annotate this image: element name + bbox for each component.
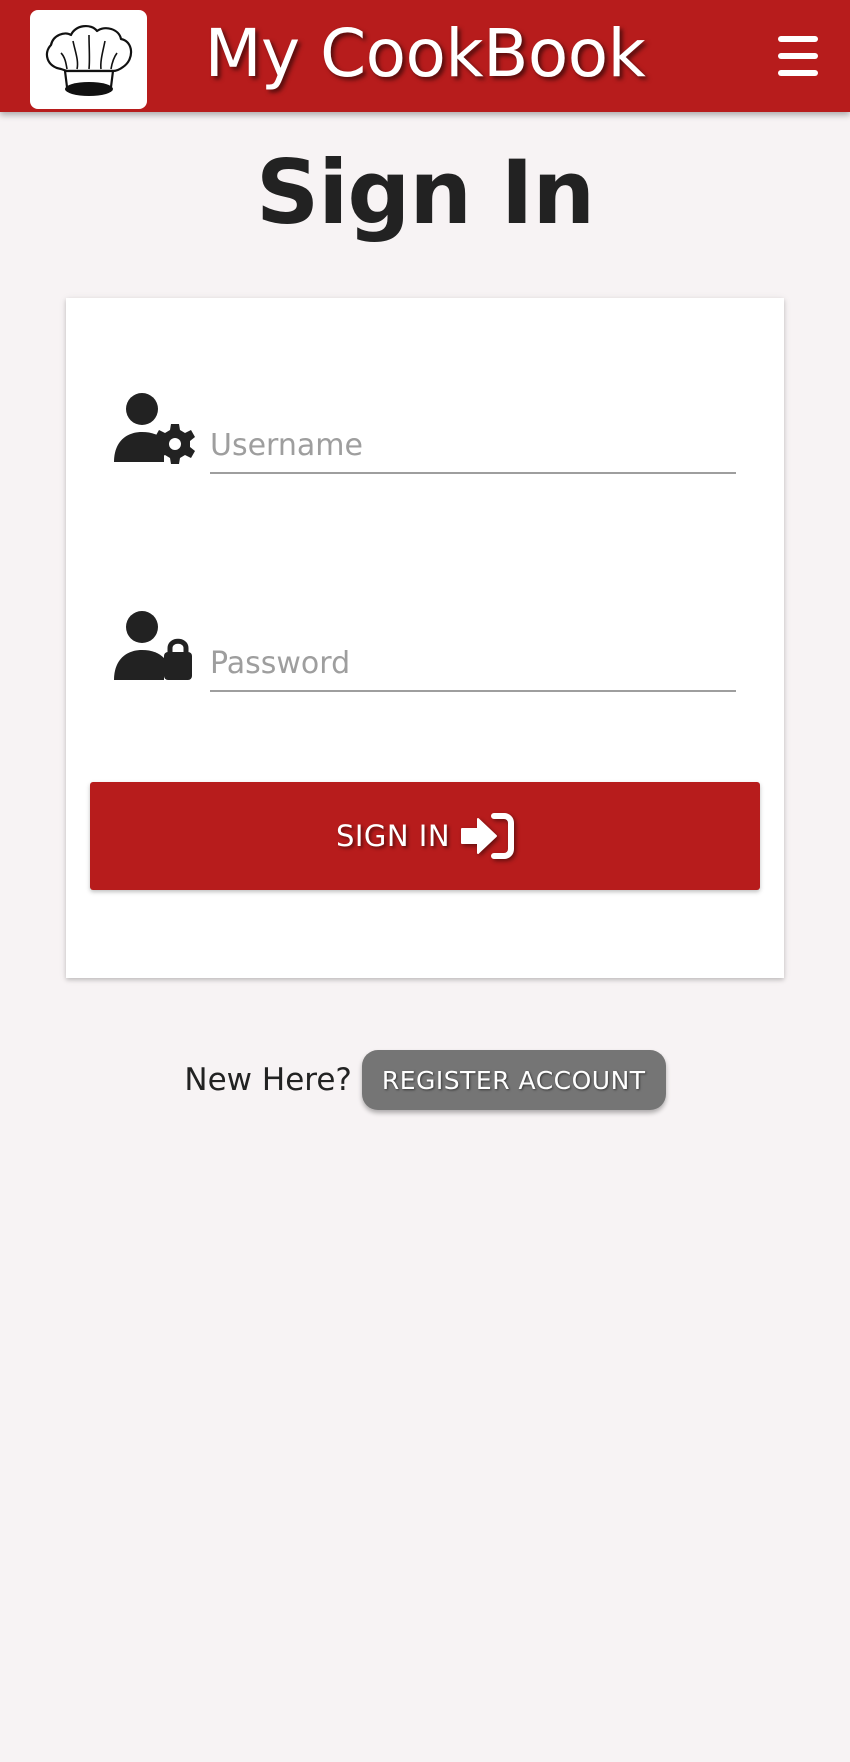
- hamburger-menu-icon[interactable]: [770, 34, 826, 78]
- top-navbar: My CookBook: [0, 0, 850, 112]
- password-input[interactable]: [210, 636, 736, 692]
- brand-title[interactable]: My CookBook: [0, 14, 850, 94]
- register-row: New Here? REGISTER ACCOUNT: [0, 1050, 850, 1110]
- page-title: Sign In: [255, 141, 595, 244]
- sign-in-label: SIGN IN: [335, 819, 451, 853]
- username-input[interactable]: [210, 418, 736, 474]
- register-account-button[interactable]: REGISTER ACCOUNT: [361, 1050, 666, 1110]
- new-here-text: New Here?: [184, 1062, 352, 1098]
- sign-in-button[interactable]: SIGN IN: [90, 782, 760, 890]
- sign-in-arrow-icon: [461, 813, 515, 859]
- user-lock-icon: [114, 611, 192, 680]
- sign-in-card: SIGN IN: [66, 298, 784, 978]
- user-gear-icon: [114, 393, 195, 464]
